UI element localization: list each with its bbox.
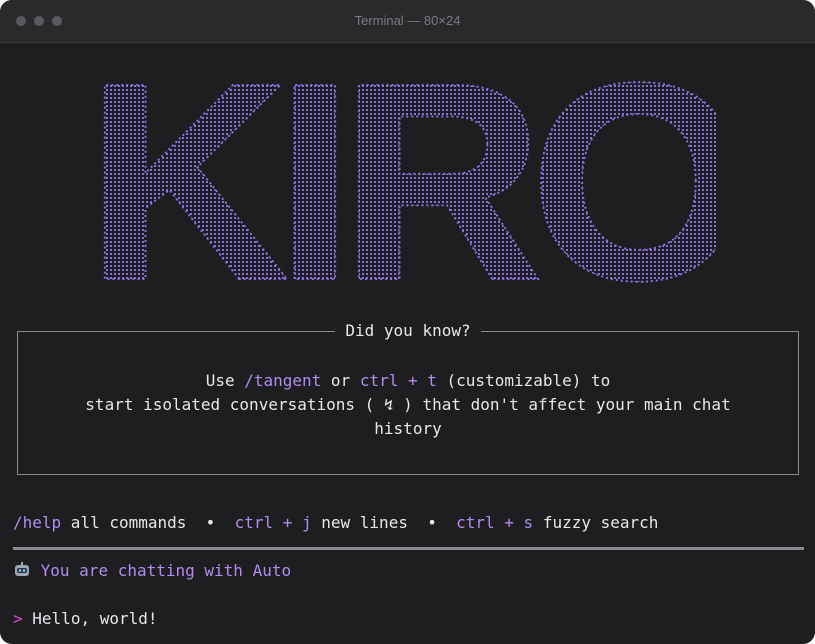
terminal-window: Terminal — 80×24 KIRO Did you know? Use … [0,0,815,644]
separator-line [13,547,804,550]
prompt-symbol: > [13,609,23,628]
title-bar: Terminal — 80×24 [0,0,815,43]
did-you-know-box: Did you know? Use /tangent or ctrl + t (… [17,321,799,475]
kiro-ascii-logo: KIRO [86,57,716,293]
window-title: Terminal — 80×24 [354,13,461,28]
logo-text: KIRO [86,57,716,293]
newline-shortcut: ctrl + j [234,513,312,532]
robot-icon [15,562,29,576]
help-command: /help [13,513,62,532]
tip-body: Use /tangent or ctrl + t (customizable) … [85,371,731,438]
terminal-content: KIRO Did you know? Use /tangent or ctrl … [0,43,815,644]
prompt-input[interactable]: Hello, world! [32,609,157,628]
search-shortcut: ctrl + s [456,513,534,532]
command-hints: /help all commands • ctrl + j new lines … [13,513,659,532]
tangent-shortcut: ctrl + t [359,371,437,390]
chat-status-text: You are chatting with Auto [40,561,292,580]
chat-status: You are chatting with Auto [13,561,291,580]
tangent-command: /tangent [244,371,322,390]
tip-heading: Did you know? [18,321,798,341]
prompt-line[interactable]: > Hello, world! [13,609,158,628]
